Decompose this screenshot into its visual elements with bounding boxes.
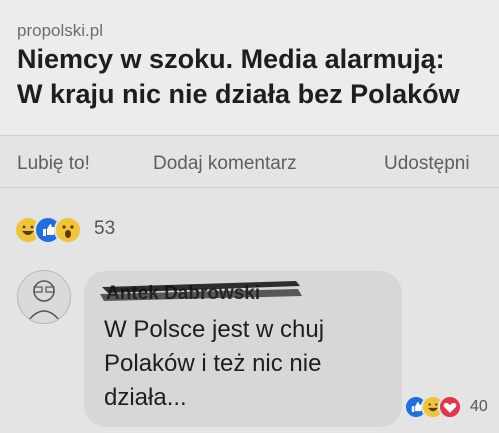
post-action-bar: Lubię to! Dodaj komentarz Udostępni xyxy=(0,143,499,188)
headline-line-2: W kraju nic nie działa bez Polaków xyxy=(17,79,460,109)
comment-line-1: W Polsce jest w chuj xyxy=(104,316,325,343)
comment-bubble[interactable]: Antek Dabrowski W Polsce jest w chuj Pol… xyxy=(84,271,402,427)
comment-line-2: Polaków i też nic nie xyxy=(104,350,322,377)
wow-icon xyxy=(54,216,82,244)
headline-line-1: Niemcy w szoku. Media alarmują: xyxy=(17,44,445,74)
comment-text: W Polsce jest w chuj Polaków i też nic n… xyxy=(104,313,394,415)
comment-reaction-count: 40 xyxy=(470,398,488,415)
link-preview-card[interactable]: propolski.pl Niemcy w szoku. Media alarm… xyxy=(0,0,499,136)
comment-line-3: działa... xyxy=(104,384,187,411)
redaction-scribble xyxy=(100,281,302,301)
share-button[interactable]: Udostępni xyxy=(384,153,470,175)
like-button[interactable]: Lubię to! xyxy=(17,153,90,175)
avatar[interactable] xyxy=(17,270,71,324)
comment-reactions[interactable]: 40 xyxy=(404,395,499,425)
love-icon xyxy=(438,395,462,419)
comment-button[interactable]: Dodaj komentarz xyxy=(153,153,297,175)
link-domain: propolski.pl xyxy=(17,21,103,40)
link-headline[interactable]: Niemcy w szoku. Media alarmują: W kraju … xyxy=(17,42,497,112)
reaction-count: 53 xyxy=(94,218,116,239)
